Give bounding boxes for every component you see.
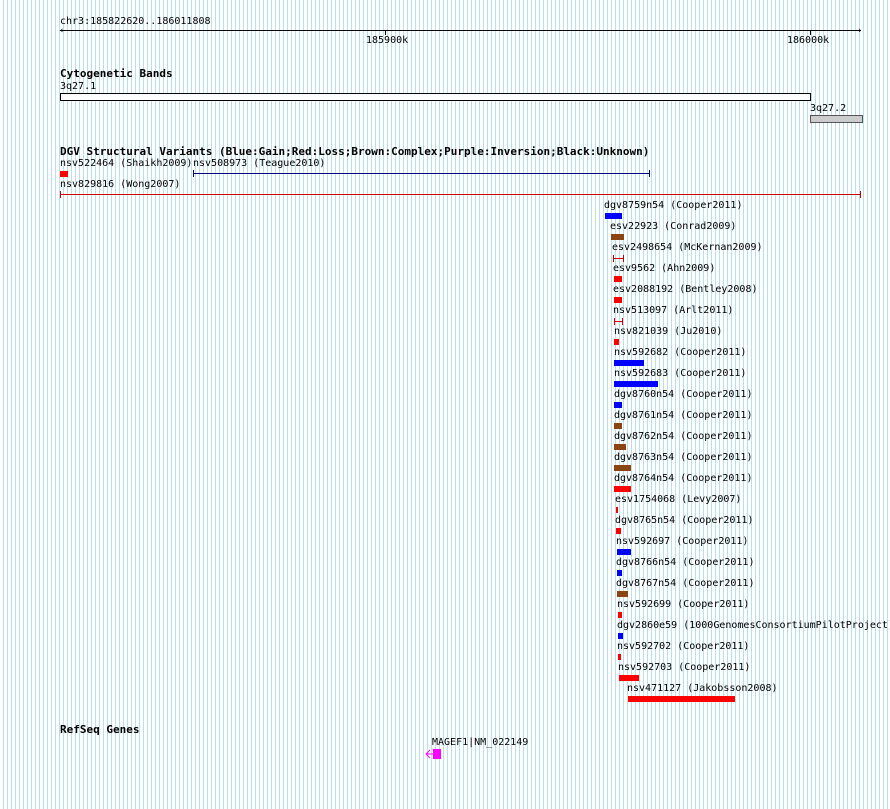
dgv-label-esv2088192: esv2088192 (Bentley2008): [613, 284, 758, 295]
dgv-label-nsv829816: nsv829816 (Wong2007): [60, 179, 181, 190]
dgv-label-nsv513097: nsv513097 (Arlt2011): [613, 305, 734, 316]
ruler-location: chr3:185822620..186011808: [60, 16, 211, 27]
dgv-feature-nsv592682[interactable]: [614, 360, 644, 366]
dgv-feature-nsv829816[interactable]: [60, 194, 861, 195]
ruler-tick-label-186000k: 186000k: [787, 35, 830, 46]
dgv-label-esv1754068: esv1754068 (Levy2007): [615, 494, 742, 505]
dgv-label-nsv592683: nsv592683 (Cooper2011): [614, 368, 747, 379]
dgv-feature-nsv508973-end-cap: [649, 170, 650, 177]
dgv-label-nsv592682: nsv592682 (Cooper2011): [614, 347, 747, 358]
cytoband-label-3q27-2: 3q27.2: [810, 103, 847, 114]
dgv-feature-dgv8762n54[interactable]: [614, 444, 626, 450]
dgv-feature-esv2498654-end-cap: [623, 255, 624, 262]
dgv-label-dgv8759n54: dgv8759n54 (Cooper2011): [604, 200, 743, 211]
ruler-right-arrow-icon[interactable]: ›: [857, 27, 862, 36]
dgv-feature-nsv522464[interactable]: [60, 171, 68, 177]
dgv-feature-nsv592703[interactable]: [619, 675, 639, 681]
dgv-feature-nsv592697[interactable]: [617, 549, 631, 555]
dgv-feature-nsv508973[interactable]: [193, 173, 650, 174]
dgv-label-dgv8767n54: dgv8767n54 (Cooper2011): [616, 578, 755, 589]
dgv-feature-esv9562[interactable]: [614, 276, 622, 282]
refseq-gene-magef1[interactable]: [425, 748, 441, 760]
dgv-label-dgv8763n54: dgv8763n54 (Cooper2011): [614, 452, 753, 463]
dgv-label-nsv821039: nsv821039 (Ju2010): [614, 326, 723, 337]
dgv-feature-dgv8764n54[interactable]: [614, 486, 631, 492]
dgv-feature-esv22923[interactable]: [611, 234, 624, 240]
dgv-track-title: DGV Structural Variants (Blue:Gain;Red:L…: [60, 145, 650, 158]
dgv-feature-nsv592702[interactable]: [618, 654, 621, 660]
dgv-label-nsv592699: nsv592699 (Cooper2011): [617, 599, 750, 610]
dgv-feature-nsv829816-start-cap: [60, 191, 61, 198]
gene-strand-arrow-icon: [425, 749, 441, 759]
dgv-label-dgv8760n54: dgv8760n54 (Cooper2011): [614, 389, 753, 400]
refseq-track-title: RefSeq Genes: [60, 723, 140, 736]
dgv-feature-nsv829816-end-cap: [860, 191, 861, 198]
cytoband-3q27-2[interactable]: [810, 115, 863, 123]
dgv-feature-nsv513097-start-cap: [614, 318, 615, 325]
dgv-label-dgv8761n54: dgv8761n54 (Cooper2011): [614, 410, 753, 421]
dgv-label-nsv471127: nsv471127 (Jakobsson2008): [627, 683, 778, 694]
refseq-gene-label-magef1: MAGEF1|NM_022149: [432, 737, 529, 748]
dgv-feature-nsv471127[interactable]: [628, 696, 735, 702]
dgv-feature-nsv821039[interactable]: [614, 339, 619, 345]
dgv-feature-dgv2860e59[interactable]: [618, 633, 623, 639]
cytoband-track-title: Cytogenetic Bands: [60, 67, 173, 80]
dgv-label-dgv8765n54: dgv8765n54 (Cooper2011): [615, 515, 754, 526]
ruler-tick-label-185900k: 185900k: [366, 35, 409, 46]
dgv-feature-nsv513097-end-cap: [622, 318, 623, 325]
dgv-label-esv2498654: esv2498654 (McKernan2009): [612, 242, 763, 253]
dgv-feature-esv2498654-start-cap: [613, 255, 614, 262]
cytoband-3q27-1[interactable]: [60, 93, 811, 101]
dgv-feature-esv1754068[interactable]: [616, 507, 618, 513]
ruler-left-arrow-icon[interactable]: ‹: [59, 27, 64, 36]
dgv-feature-dgv8759n54[interactable]: [605, 213, 622, 219]
dgv-label-dgv8762n54: dgv8762n54 (Cooper2011): [614, 431, 753, 442]
dgv-label-nsv592702: nsv592702 (Cooper2011): [617, 641, 750, 652]
dgv-feature-dgv8763n54[interactable]: [614, 465, 631, 471]
dgv-label-esv9562: esv9562 (Ahn2009): [613, 263, 716, 274]
dgv-feature-dgv8766n54[interactable]: [617, 570, 622, 576]
dgv-label-dgv8764n54: dgv8764n54 (Cooper2011): [614, 473, 753, 484]
dgv-feature-dgv8761n54[interactable]: [614, 423, 622, 429]
dgv-label-nsv522464: nsv522464 (Shaikh2009): [60, 158, 193, 169]
dgv-label-dgv8766n54: dgv8766n54 (Cooper2011): [616, 557, 755, 568]
cytoband-label-3q27-1: 3q27.1: [60, 81, 97, 92]
dgv-label-dgv2860e59: dgv2860e59 (1000GenomesConsortiumPilotPr…: [617, 620, 890, 631]
dgv-label-nsv592703: nsv592703 (Cooper2011): [618, 662, 751, 673]
dgv-feature-nsv508973-start-cap: [193, 170, 194, 177]
dgv-feature-nsv592699[interactable]: [618, 612, 622, 618]
dgv-feature-dgv8760n54[interactable]: [614, 402, 622, 408]
dgv-feature-esv2088192[interactable]: [614, 297, 622, 303]
dgv-feature-dgv8765n54[interactable]: [616, 528, 621, 534]
dgv-feature-dgv8767n54[interactable]: [617, 591, 628, 597]
ruler-line: [60, 30, 861, 31]
dgv-feature-nsv592683[interactable]: [614, 381, 658, 387]
dgv-label-nsv508973: nsv508973 (Teague2010): [193, 158, 326, 169]
dgv-label-nsv592697: nsv592697 (Cooper2011): [616, 536, 749, 547]
dgv-label-esv22923: esv22923 (Conrad2009): [610, 221, 737, 232]
